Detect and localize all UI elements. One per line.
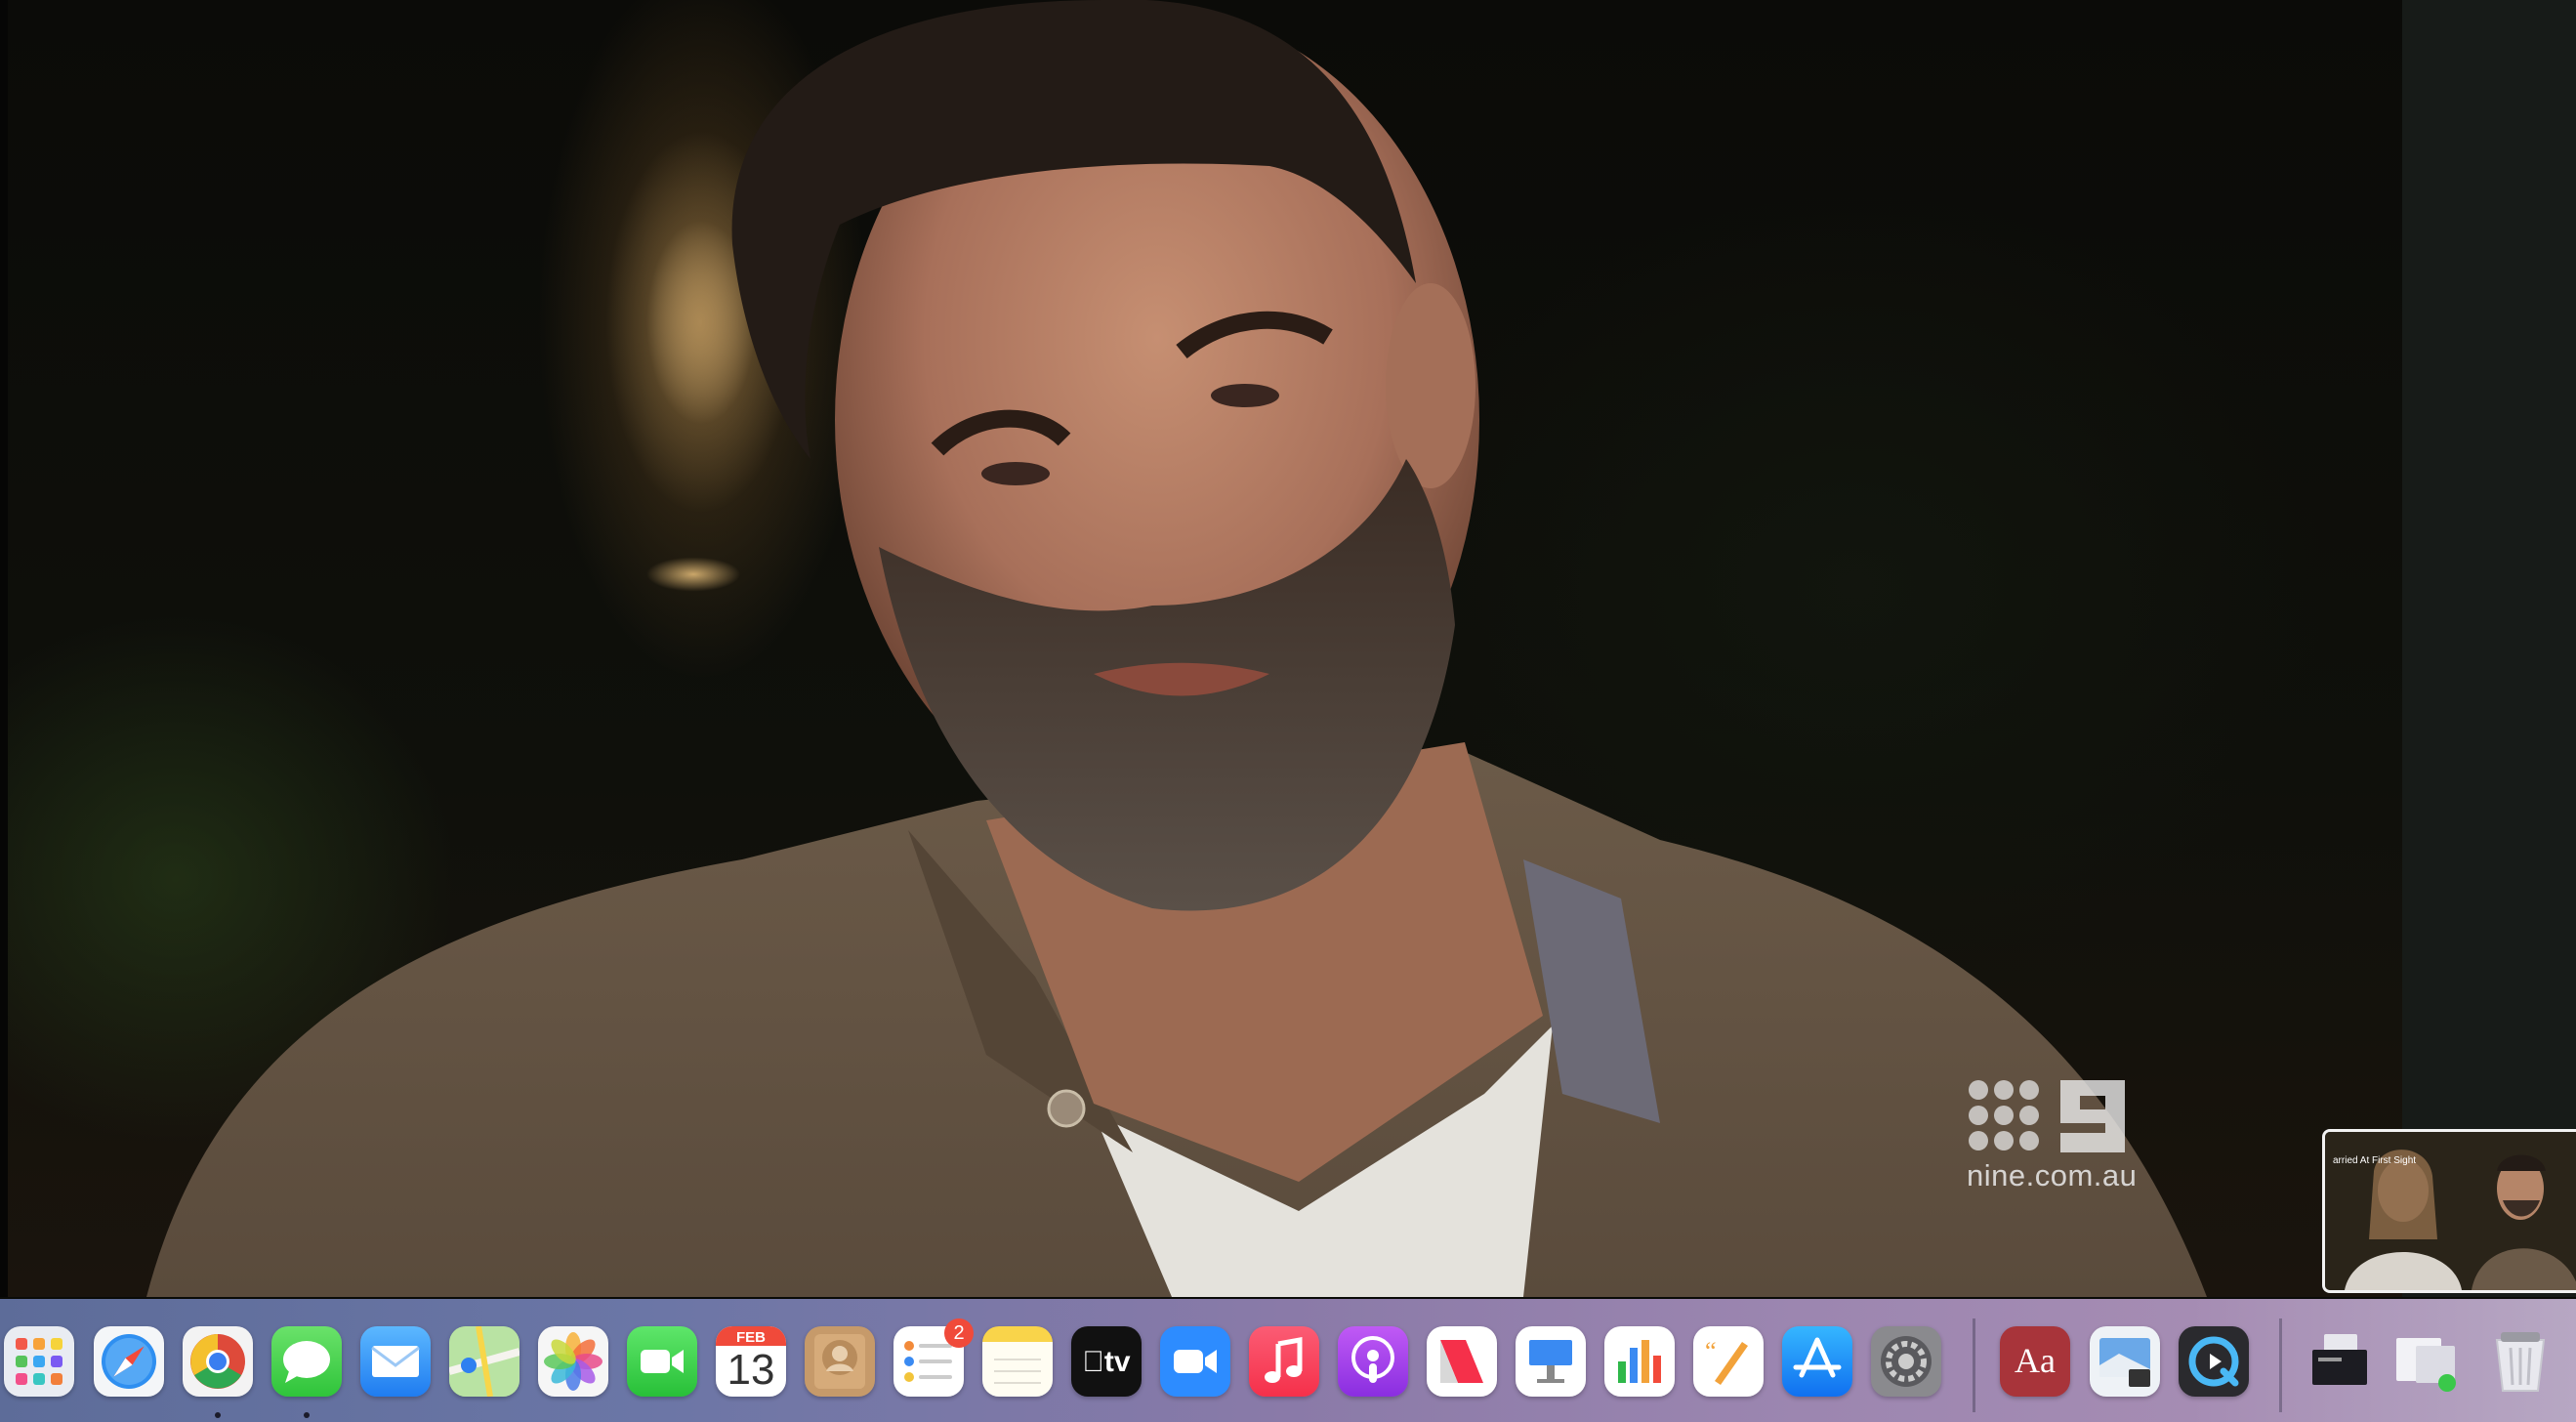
chrome-running-indicator [215, 1412, 221, 1418]
dock-item-numbers[interactable] [1604, 1326, 1675, 1397]
dock-item-trash[interactable] [2485, 1326, 2555, 1397]
dock-item-dictionary[interactable]: Aa [2000, 1326, 2070, 1397]
calendar-month: FEB [736, 1329, 766, 1346]
dock-item-podcasts[interactable] [1338, 1326, 1408, 1397]
podcasts-icon [1351, 1336, 1394, 1383]
video-frame[interactable]: nine.com.au [0, 0, 2402, 1297]
dock-item-news[interactable] [1427, 1326, 1497, 1397]
dock-item-pages[interactable]: “ [1693, 1326, 1764, 1397]
dock-item-documents-stack[interactable] [2305, 1326, 2375, 1397]
chrome-icon [190, 1334, 245, 1389]
dock-item-contacts[interactable] [805, 1326, 875, 1397]
picture-in-picture-window[interactable]: arried At First Sight [2322, 1129, 2576, 1293]
dock-item-appstore[interactable] [1782, 1326, 1852, 1397]
dock-separator [1973, 1318, 1975, 1412]
appletv-icon: tv [1082, 1346, 1130, 1378]
dock-item-launchpad[interactable] [4, 1326, 74, 1397]
messages-icon [283, 1341, 330, 1383]
stack-icon [2312, 1334, 2367, 1385]
nine-numeral-icon [2060, 1080, 2125, 1152]
dock-item-system-preferences[interactable] [1871, 1326, 1941, 1397]
dock-item-messages[interactable] [271, 1326, 342, 1397]
news-icon [1440, 1340, 1483, 1383]
dock-item-notes[interactable] [982, 1326, 1053, 1397]
pages-icon: “ [1705, 1337, 1748, 1385]
zoom-icon [1174, 1350, 1217, 1373]
trash-icon [2495, 1332, 2546, 1392]
svg-text:“: “ [1705, 1337, 1717, 1365]
keynote-icon [1529, 1340, 1572, 1383]
maps-icon [449, 1326, 519, 1397]
messages-running-indicator [304, 1412, 310, 1418]
music-icon [1265, 1337, 1303, 1383]
mail-icon [371, 1346, 420, 1377]
dock-item-quicktime[interactable] [2179, 1326, 2249, 1397]
quicktime-icon [2188, 1336, 2239, 1387]
preview-icon [2099, 1338, 2150, 1387]
numbers-icon [1618, 1340, 1661, 1383]
pip-caption: arried At First Sight [2333, 1155, 2417, 1166]
dock-item-reminders[interactable]: 2 [893, 1318, 974, 1397]
dock-item-zoom[interactable] [1160, 1326, 1230, 1397]
dock-item-calendar[interactable]: FEB 13 [716, 1326, 786, 1397]
contacts-icon [814, 1334, 865, 1389]
video-left-border [0, 0, 8, 1297]
dock-item-photos[interactable] [538, 1326, 608, 1397]
dock-item-maps[interactable] [449, 1326, 519, 1397]
watermark-site-label: nine.com.au [1967, 1158, 2138, 1192]
dock-item-facetime[interactable] [627, 1326, 697, 1397]
facetime-icon [641, 1350, 684, 1373]
dock-item-preview[interactable] [2090, 1326, 2160, 1397]
dock-item-music[interactable] [1249, 1326, 1319, 1397]
safari-icon [102, 1334, 156, 1389]
appstore-icon [1793, 1337, 1842, 1378]
dictionary-icon: Aa [2015, 1341, 2056, 1380]
notes-icon [994, 1359, 1041, 1384]
dock-item-screenshots-stack[interactable] [2390, 1326, 2461, 1397]
launchpad-icon [16, 1338, 62, 1385]
photos-icon [544, 1332, 602, 1391]
dock-separator [2279, 1318, 2282, 1412]
dock-item-chrome[interactable] [183, 1326, 253, 1397]
dock-item-safari[interactable] [94, 1326, 164, 1397]
settings-icon [1881, 1336, 1932, 1387]
stack-icon [2396, 1338, 2456, 1392]
nine-network-logo: nine.com.au [1963, 1074, 2158, 1201]
reminders-badge: 2 [944, 1318, 974, 1348]
dock-item-mail[interactable] [360, 1326, 431, 1397]
nine-dots-icon [1969, 1080, 2039, 1150]
calendar-day: 13 [727, 1346, 775, 1394]
dock-item-keynote[interactable] [1516, 1326, 1586, 1397]
dock: FEB 13 2 tv [0, 1299, 2576, 1422]
dock-item-tv[interactable]: tv [1071, 1326, 1142, 1397]
desktop-background-strip [2402, 0, 2576, 1297]
